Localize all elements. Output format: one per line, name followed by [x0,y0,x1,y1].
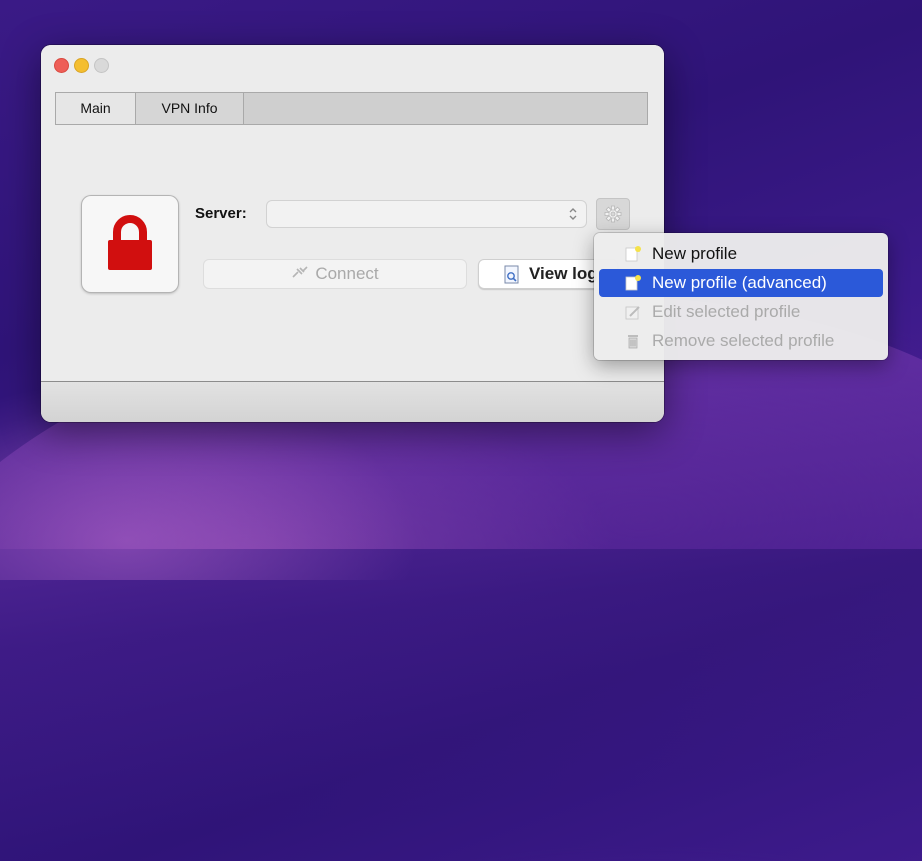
connection-status-indicator [82,196,178,292]
bottom-status-bar [41,382,664,422]
gear-icon [604,205,622,223]
menu-item-remove-selected-profile[interactable]: Remove selected profile [599,327,883,355]
minimize-window-button[interactable] [74,58,89,73]
app-window: Main VPN Info Server: Connect View log [41,45,664,422]
updown-chevron-icon [569,208,577,220]
profile-context-menu: New profile New profile (advanced) Edit … [594,233,888,360]
title-bar[interactable] [41,45,664,89]
connect-label: Connect [315,264,379,283]
close-window-button[interactable] [54,58,69,73]
menu-item-label: Edit selected profile [652,302,801,321]
connect-button[interactable]: Connect [203,259,467,289]
profile-settings-button[interactable] [596,198,630,230]
padlock-icon [108,215,152,270]
menu-item-new-profile-advanced[interactable]: New profile (advanced) [599,269,883,297]
menu-item-new-profile[interactable]: New profile [599,240,883,268]
menu-item-label: New profile (advanced) [652,273,827,292]
tab-main[interactable]: Main [55,92,136,125]
new-document-icon [625,275,641,291]
log-document-icon [504,265,519,284]
tab-bar: Main VPN Info [55,92,648,125]
view-log-label: View log [529,264,598,283]
server-label: Server: [195,205,247,222]
menu-item-label: New profile [652,244,738,263]
tab-vpn-info[interactable]: VPN Info [135,92,244,125]
menu-item-label: Remove selected profile [652,331,835,350]
server-select[interactable] [266,200,587,228]
edit-pencil-icon [625,306,640,320]
menu-item-edit-selected-profile[interactable]: Edit selected profile [599,298,883,326]
connect-plug-icon [292,266,308,278]
zoom-window-button[interactable] [94,58,109,73]
new-document-icon [625,246,641,262]
trash-icon [628,335,638,349]
